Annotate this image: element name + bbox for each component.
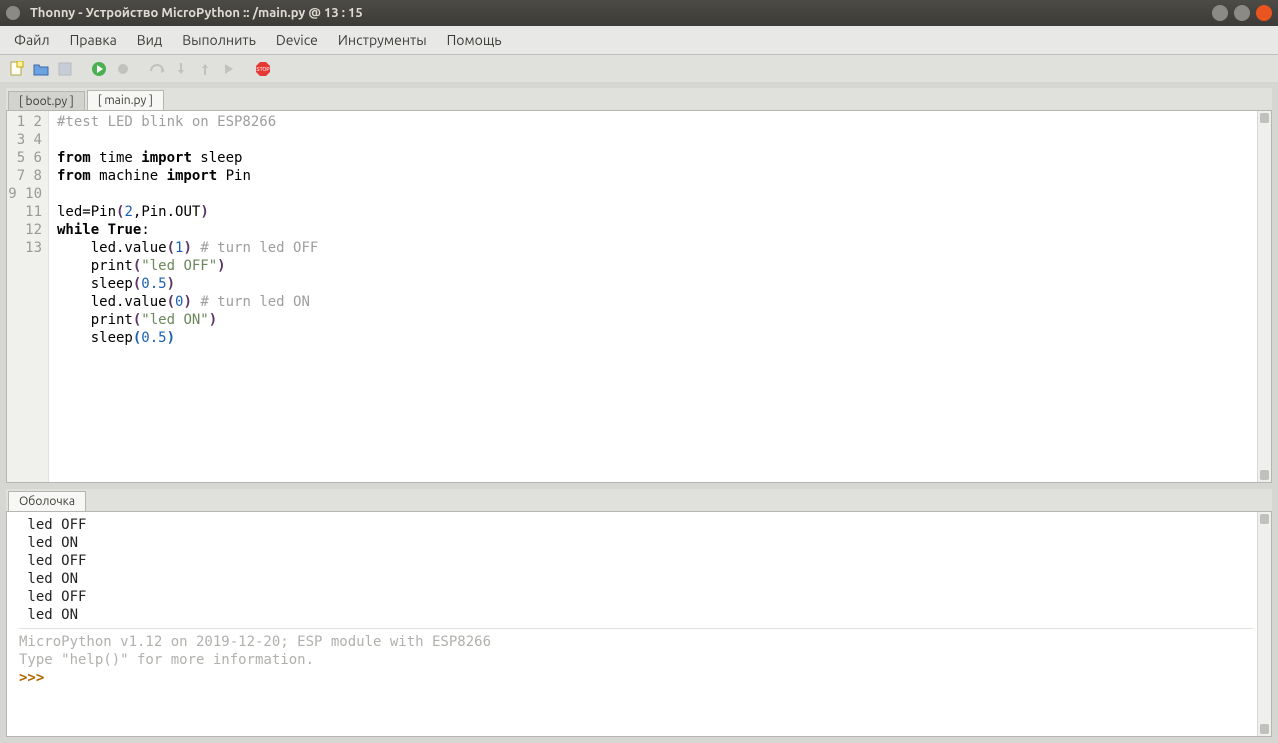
window-titlebar: Thonny - Устройство MicroPython :: /main… — [0, 0, 1278, 26]
scroll-up-icon — [1260, 113, 1269, 123]
debug-button[interactable] — [112, 58, 134, 80]
toolbar: STOP — [0, 55, 1278, 82]
stop-button[interactable]: STOP — [252, 58, 274, 80]
bug-icon — [115, 61, 131, 77]
menu-run[interactable]: Выполнить — [172, 28, 266, 52]
menubar: Файл Правка Вид Выполнить Device Инструм… — [0, 26, 1278, 55]
step-out-icon — [197, 61, 213, 77]
scroll-up-icon — [1260, 514, 1269, 524]
shell-area[interactable]: led OFF led ON led OFF led ON led OFF le… — [6, 511, 1272, 737]
step-over-button[interactable] — [146, 58, 168, 80]
window-title: Thonny - Устройство MicroPython :: /main… — [30, 6, 363, 20]
menu-view[interactable]: Вид — [127, 28, 172, 52]
scroll-down-icon — [1260, 470, 1269, 480]
shell-panel: Оболочка led OFF led ON led OFF led ON l… — [6, 489, 1272, 737]
tab-boot[interactable]: [ boot.py ] — [8, 91, 85, 111]
step-into-button[interactable] — [170, 58, 192, 80]
step-over-icon — [149, 61, 165, 77]
step-into-icon — [173, 61, 189, 77]
shell-scrollbar[interactable] — [1257, 512, 1271, 736]
stop-icon: STOP — [255, 61, 271, 77]
tab-main[interactable]: [ main.py ] — [87, 90, 164, 111]
open-file-icon — [33, 61, 49, 77]
minimize-button[interactable] — [1212, 5, 1228, 21]
close-button[interactable] — [1256, 5, 1272, 21]
menu-edit[interactable]: Правка — [60, 28, 127, 52]
run-button[interactable] — [88, 58, 110, 80]
menu-tools[interactable]: Инструменты — [328, 28, 437, 52]
menu-help[interactable]: Помощь — [437, 28, 512, 52]
code-area[interactable]: #test LED blink on ESP8266 from time imp… — [49, 111, 1257, 482]
save-icon — [57, 61, 73, 77]
save-file-button[interactable] — [54, 58, 76, 80]
tab-shell[interactable]: Оболочка — [8, 491, 86, 512]
scroll-down-icon — [1260, 724, 1269, 734]
new-file-button[interactable] — [6, 58, 28, 80]
line-gutter: 1 2 3 4 5 6 7 8 9 10 11 12 13 — [7, 111, 49, 482]
resume-button[interactable] — [218, 58, 240, 80]
shell-output[interactable]: led OFF led ON led OFF led ON led OFF le… — [7, 512, 1257, 736]
svg-text:STOP: STOP — [256, 67, 270, 73]
shell-tabs: Оболочка — [6, 489, 1272, 511]
editor-panel: [ boot.py ] [ main.py ] 1 2 3 4 5 6 7 8 … — [6, 88, 1272, 483]
menu-file[interactable]: Файл — [4, 28, 60, 52]
app-icon — [6, 6, 20, 20]
maximize-button[interactable] — [1234, 5, 1250, 21]
step-out-button[interactable] — [194, 58, 216, 80]
run-icon — [91, 61, 107, 77]
editor-area[interactable]: 1 2 3 4 5 6 7 8 9 10 11 12 13 #test LED … — [6, 110, 1272, 483]
open-file-button[interactable] — [30, 58, 52, 80]
file-tabs: [ boot.py ] [ main.py ] — [6, 88, 1272, 110]
menu-device[interactable]: Device — [266, 28, 328, 52]
new-file-icon — [9, 61, 25, 77]
editor-scrollbar[interactable] — [1257, 111, 1271, 482]
resume-icon — [221, 61, 237, 77]
